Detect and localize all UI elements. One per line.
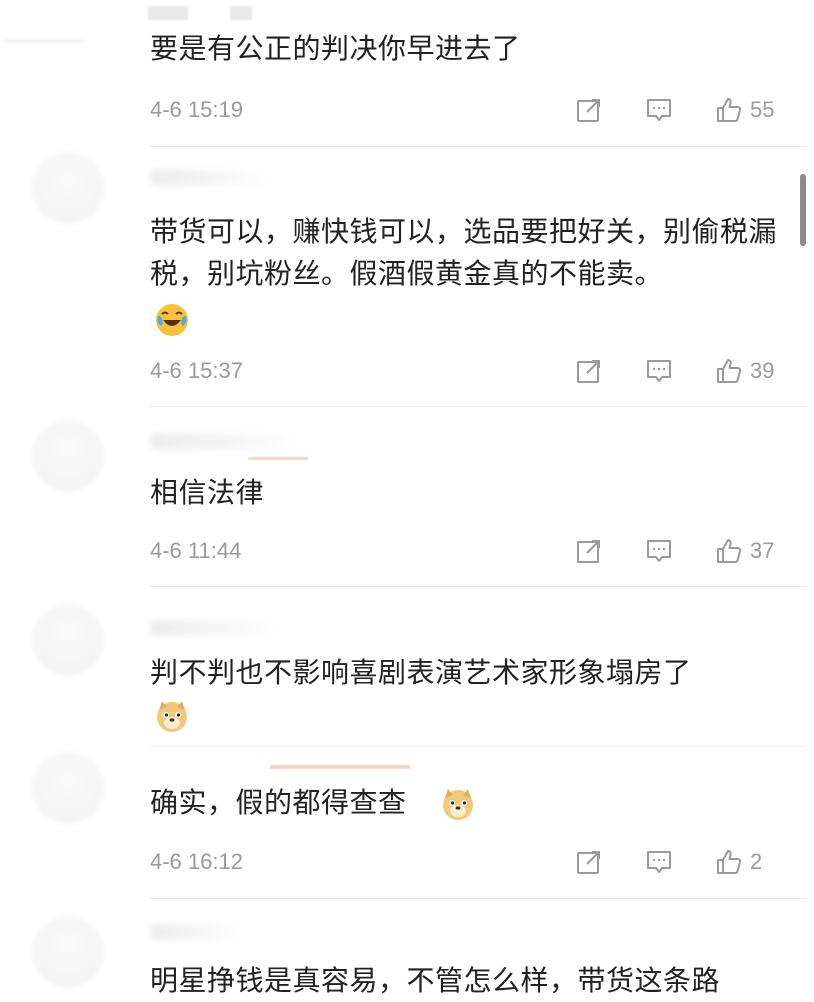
like-button[interactable]: 55 xyxy=(714,94,780,126)
username-decoration xyxy=(248,457,308,460)
comment-time: 4-6 16:12 xyxy=(150,849,243,874)
avatar[interactable] xyxy=(32,916,104,988)
comment-icon[interactable] xyxy=(644,95,674,125)
username[interactable] xyxy=(150,434,300,450)
comment-time: 4-6 15:19 xyxy=(150,97,243,122)
like-count: 37 xyxy=(750,538,775,563)
divider xyxy=(150,746,806,747)
comment-actions: 2 xyxy=(574,846,780,878)
comment-meta: 4-6 16:12 2 xyxy=(150,846,780,878)
comment-icon[interactable] xyxy=(644,847,674,877)
thumbs-up-icon xyxy=(714,847,744,877)
blurred-username-fragment xyxy=(230,6,252,20)
comment-icon[interactable] xyxy=(644,536,674,566)
comment-text: 相信法律 xyxy=(150,476,265,509)
comment-time: 4-6 11:44 xyxy=(150,538,242,563)
like-button[interactable]: 39 xyxy=(714,355,780,387)
comment-actions: 39 xyxy=(574,355,780,387)
divider xyxy=(150,146,806,147)
laugh-cry-emoji xyxy=(156,304,188,336)
username[interactable] xyxy=(150,170,270,186)
thumbs-up-icon xyxy=(714,95,744,125)
blurred-username-fragment xyxy=(148,6,188,20)
username[interactable] xyxy=(270,765,410,769)
comment-text: 确实，假的都得查查 xyxy=(150,786,407,819)
comment-meta: 4-6 15:19 55 xyxy=(150,94,780,126)
scrollbar-thumb[interactable] xyxy=(800,174,806,246)
share-icon[interactable] xyxy=(574,536,604,566)
like-button[interactable]: 37 xyxy=(714,535,780,567)
divider xyxy=(150,586,806,587)
like-button[interactable]: 2 xyxy=(714,846,780,878)
like-count: 2 xyxy=(750,849,763,874)
divider xyxy=(150,898,806,899)
username[interactable] xyxy=(150,620,280,636)
avatar[interactable] xyxy=(32,752,104,824)
doge-emoji xyxy=(157,701,187,732)
username[interactable] xyxy=(150,924,240,940)
share-icon[interactable] xyxy=(574,847,604,877)
share-icon[interactable] xyxy=(574,356,604,386)
comment-icon[interactable] xyxy=(644,356,674,386)
share-icon[interactable] xyxy=(574,95,604,125)
doge-emoji xyxy=(443,789,473,820)
comment-text: 要是有公正的判决你早进去了 xyxy=(150,32,521,65)
blurred-avatar-edge xyxy=(4,40,84,42)
avatar[interactable] xyxy=(32,152,104,224)
comment-text: 明星挣钱是真容易，不管怎么样，带货这条路 xyxy=(150,964,721,997)
comment-text: 判不判也不影响喜剧表演艺术家形象塌房了 xyxy=(150,656,692,689)
thumbs-up-icon xyxy=(714,536,744,566)
comment-meta: 4-6 11:44 37 xyxy=(150,535,780,567)
comment-actions: 55 xyxy=(574,94,780,126)
like-count: 55 xyxy=(750,97,775,122)
divider xyxy=(150,406,806,407)
avatar[interactable] xyxy=(32,604,104,676)
like-count: 39 xyxy=(750,358,775,383)
avatar[interactable] xyxy=(32,420,104,492)
comment-text: 带货可以，赚快钱可以，选品要把好关，别偷税漏税，别坑粉丝。假酒假黄金真的不能卖。 xyxy=(150,215,778,290)
thumbs-up-icon xyxy=(714,356,744,386)
comment-meta: 4-6 15:37 39 xyxy=(150,355,780,387)
comment-actions: 37 xyxy=(574,535,780,567)
comment-time: 4-6 15:37 xyxy=(150,358,243,383)
